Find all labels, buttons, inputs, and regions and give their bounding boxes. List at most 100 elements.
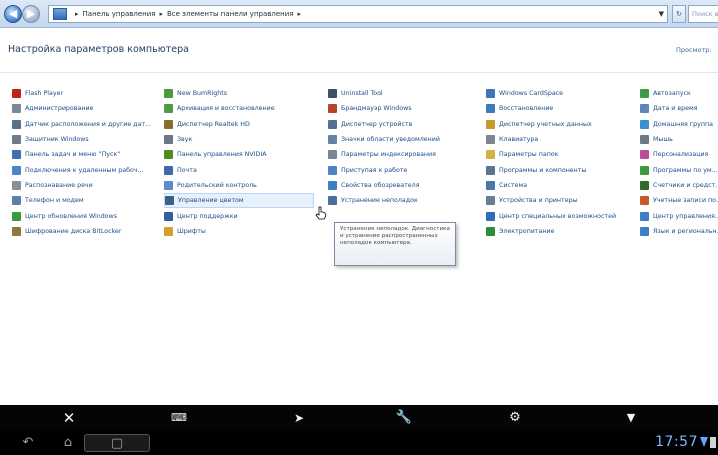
control-panel-item[interactable]: Система (486, 178, 636, 193)
control-panel-item[interactable]: Диспетчер устройств (328, 117, 478, 132)
microphone-icon (12, 180, 21, 190)
control-panel-item[interactable]: Дата и время (640, 101, 718, 116)
control-panel-item-label: Uninstall Tool (341, 90, 383, 98)
items-column-1: Flash Player Администрирование Датчик расп… (12, 86, 162, 239)
control-panel-item[interactable]: Мышь (640, 132, 718, 147)
accessibility-icon (486, 211, 495, 221)
control-panel-item[interactable]: Свойства обозревателя (328, 178, 478, 193)
recovery-icon (486, 104, 495, 114)
address-bar[interactable]: ▸ Панель управления ▸ Все элементы панел… (48, 5, 668, 23)
control-panel-item[interactable]: Значки области уведомлений (328, 132, 478, 147)
control-panel-item-label: Архивация и восстановление (177, 105, 275, 113)
control-panel-item[interactable]: Почта (164, 162, 314, 177)
default-programs-icon (640, 165, 649, 175)
control-panel-item[interactable]: Клавиатура (486, 132, 636, 147)
control-panel-item-label: Дата и время (653, 105, 698, 113)
control-panel-item[interactable]: Телефон и модем (12, 193, 162, 208)
control-panel-item[interactable]: Диспетчер Realtek HD (164, 117, 314, 132)
control-panel-item[interactable]: Параметры папок (486, 147, 636, 162)
control-panel-item[interactable]: Панель управления NVIDIA (164, 147, 314, 162)
control-panel-item[interactable]: Электропитание (486, 224, 636, 239)
search-input[interactable]: Поиск в п (688, 5, 718, 23)
wrench-icon[interactable]: 🔧 (395, 409, 413, 427)
control-panel-item-label: Windows CardSpace (499, 90, 564, 98)
back-button[interactable]: ◀ (4, 5, 22, 23)
control-panel-item[interactable]: Uninstall Tool (328, 86, 478, 101)
gear-icon[interactable]: ⚙ (506, 409, 524, 427)
recent-apps-icon[interactable]: ▢ (84, 434, 150, 452)
control-panel-item[interactable]: Устройства и принтеры (486, 193, 636, 208)
keyboard-icon[interactable]: ⌨ (170, 409, 188, 427)
control-panel-item[interactable]: Центр специальных возможностей (486, 208, 636, 223)
control-panel-item-label: Датчик расположения и другие дат... (25, 120, 152, 128)
control-panel-item-label: Учетные записи по... (653, 197, 718, 205)
close-icon[interactable]: ✕ (60, 409, 78, 427)
control-panel-item-label: Клавиатура (499, 136, 539, 144)
control-panel-item-label: Центр управления... (653, 212, 718, 220)
clock-icon (640, 104, 649, 114)
programs-icon (486, 165, 495, 175)
color-mgmt-icon (165, 196, 174, 206)
control-panel-item[interactable]: Шифрование диска BitLocker (12, 224, 162, 239)
control-panel-item-label: Почта (177, 166, 197, 174)
control-panel-item[interactable]: Центр поддержки (164, 208, 314, 223)
control-panel-item[interactable]: Приступая к работе (328, 162, 478, 177)
home-icon[interactable]: ⌂ (58, 434, 78, 452)
view-by-label: Просмотр: (676, 46, 712, 54)
control-panel-item[interactable]: Программы и компоненты (486, 162, 636, 177)
control-panel-item[interactable]: Восстановление (486, 101, 636, 116)
control-panel-item[interactable]: Звук (164, 132, 314, 147)
control-panel-item[interactable]: Устранение неполадок (328, 193, 478, 208)
forward-button[interactable]: ▶ (22, 5, 40, 23)
control-panel-item[interactable]: Родительский контроль (164, 178, 314, 193)
menu-icon[interactable]: ▼ (622, 409, 640, 427)
control-panel-item[interactable]: Шрифты (164, 224, 314, 239)
control-panel-item[interactable]: Датчик расположения и другие дат... (12, 117, 162, 132)
autoplay-icon (640, 89, 649, 99)
control-panel-item[interactable]: Автозапуск (640, 86, 718, 101)
back-icon[interactable]: ↶ (18, 434, 38, 452)
control-panel-item[interactable]: Архивация и восстановление (164, 101, 314, 116)
control-panel-item[interactable]: Панель задач и меню "Пуск" (12, 147, 162, 162)
defender-icon (12, 135, 21, 145)
control-panel-item-label: Счетчики и средст... (653, 181, 718, 189)
chevron-down-icon[interactable]: ▼ (659, 10, 664, 18)
control-panel-item[interactable]: Программы по ум... (640, 162, 718, 177)
uninstall-icon (328, 89, 337, 99)
control-panel-item[interactable]: Центр обновления Windows (12, 208, 162, 223)
control-panel-item[interactable]: Персонализация (640, 147, 718, 162)
control-panel-item[interactable]: Язык и региональн... (640, 224, 718, 239)
control-panel-item[interactable]: Flash Player (12, 86, 162, 101)
control-panel-item[interactable]: New BumRights (164, 86, 314, 101)
breadcrumb-all-items[interactable]: Все элементы панели управления (167, 10, 294, 18)
control-panel-item[interactable]: Домашняя группа (640, 117, 718, 132)
control-panel-item[interactable]: Брандмауэр Windows (328, 101, 478, 116)
control-panel-item[interactable]: Управление цветом (164, 193, 314, 209)
control-panel-item-label: Шифрование диска BitLocker (25, 227, 122, 235)
cursor-icon[interactable]: ➤ (290, 409, 308, 427)
hand-cursor-icon (315, 206, 327, 220)
control-panel-item[interactable]: Распознавание речи (12, 178, 162, 193)
personalization-icon (640, 150, 649, 160)
control-panel-item-label: Диспетчер учетных данных (499, 120, 592, 128)
control-panel-item-label: Flash Player (25, 90, 64, 98)
control-panel-item[interactable]: Параметры индексирования (328, 147, 478, 162)
control-panel-item-label: Язык и региональн... (653, 227, 718, 235)
backup-icon (164, 104, 173, 114)
control-panel-item[interactable]: Счетчики и средст... (640, 178, 718, 193)
control-panel-item[interactable]: Защитник Windows (12, 132, 162, 147)
control-panel-item[interactable]: Учетные записи по... (640, 193, 718, 208)
control-panel-item[interactable]: Подключения к удаленным рабоч... (12, 162, 162, 177)
control-panel-item-label: Система (499, 181, 528, 189)
breadcrumb-control-panel[interactable]: Панель управления (83, 10, 156, 18)
control-panel-item[interactable]: Диспетчер учетных данных (486, 117, 636, 132)
control-panel-item-label: Приступая к работе (341, 166, 408, 174)
address-toolbar: ◀ ▶ ▸ Панель управления ▸ Все элементы п… (0, 0, 718, 28)
refresh-button[interactable]: ↻ (672, 5, 686, 23)
clock: 17:57 (655, 434, 698, 450)
control-panel-item-label: Диспетчер Realtek HD (177, 120, 250, 128)
control-panel-item[interactable]: Администрирование (12, 101, 162, 116)
control-panel-item-label: Брандмауэр Windows (341, 105, 412, 113)
control-panel-item[interactable]: Windows CardSpace (486, 86, 636, 101)
control-panel-item[interactable]: Центр управления... (640, 208, 718, 223)
